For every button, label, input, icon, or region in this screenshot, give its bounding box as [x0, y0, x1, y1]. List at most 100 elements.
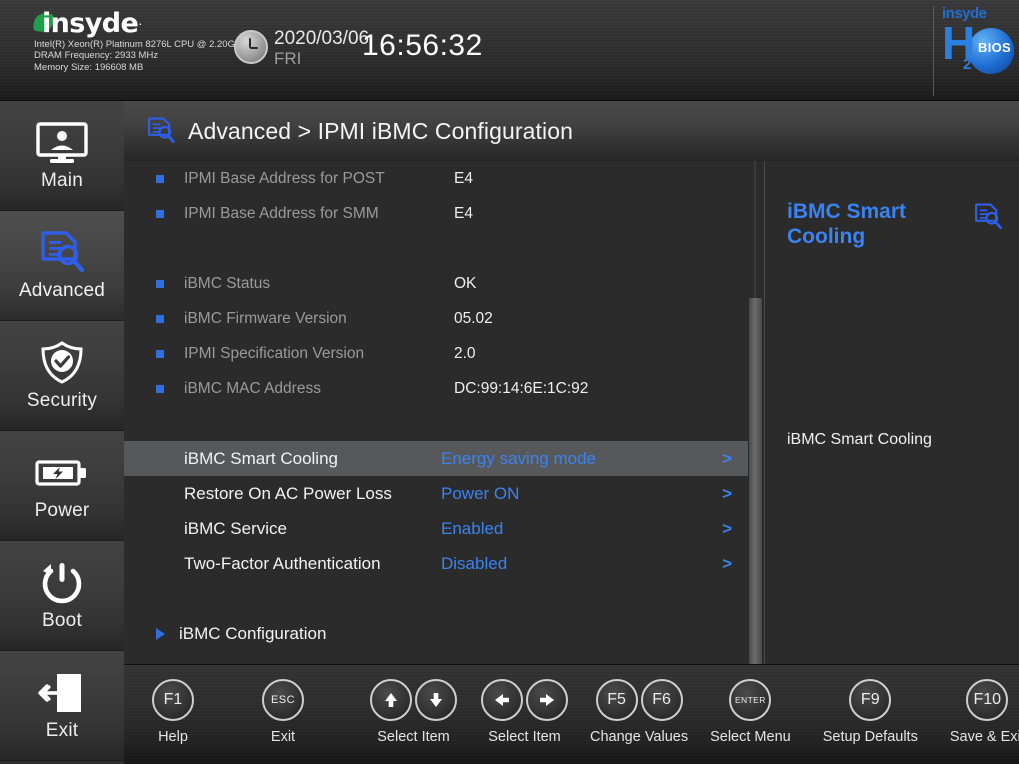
sidebar-item-main[interactable]: Main: [0, 101, 124, 211]
arrow-up-icon[interactable]: [370, 679, 412, 721]
bullet-square-icon: [156, 384, 164, 393]
brand-block: insyde · Intel(R) Xeon(R) Platinum 8276L…: [32, 7, 249, 73]
key-caption-select-item-horizontal: Select Item: [488, 729, 561, 745]
option-value[interactable]: Power ON: [441, 484, 519, 504]
key-group-select-item-vertical[interactable]: Select Item: [370, 679, 457, 745]
key-f5[interactable]: F5: [595, 679, 638, 721]
help-title: iBMC Smart Cooling: [787, 200, 907, 248]
option-label: Two-Factor Authentication: [184, 553, 381, 573]
brand-trademark: ·: [138, 15, 143, 31]
submenu-label: iBMC Configuration: [179, 623, 327, 643]
submenu-row-ibmc-configuration[interactable]: iBMC Configuration: [124, 616, 748, 651]
key-caption-save-exit: Save & Exit: [949, 729, 1019, 745]
sidebar-label-advanced: Advanced: [18, 279, 106, 301]
info-label: iBMC Firmware Version: [184, 309, 347, 327]
info-value: E4: [454, 169, 473, 187]
key-group-save-exit[interactable]: F10 Save & Exit: [950, 679, 1019, 745]
chevron-right-icon[interactable]: >: [722, 554, 732, 574]
h2o-subscript-2: 2: [963, 56, 972, 73]
sidebar-label-main: Main: [41, 169, 83, 191]
key-f1[interactable]: F1: [152, 679, 194, 721]
bios-setup-screen: insyde · Intel(R) Xeon(R) Platinum 8276L…: [0, 0, 1019, 764]
option-label: Restore On AC Power Loss: [184, 483, 392, 503]
monitor-user-icon: [35, 120, 89, 166]
exit-door-arrow-icon: [35, 670, 89, 716]
option-value[interactable]: Disabled: [441, 554, 507, 574]
sidebar-item-exit[interactable]: Exit: [0, 651, 124, 761]
breadcrumb-text: Advanced > IPMI iBMC Configuration: [188, 117, 573, 144]
main-navigation-sidebar[interactable]: Main Advanced Security Power Boot Exit: [0, 101, 124, 764]
content-scrollbar[interactable]: [748, 161, 764, 664]
key-group-setup-defaults[interactable]: F9 Setup Defaults: [823, 679, 918, 745]
system-time: 16:56:32: [362, 29, 483, 62]
option-row-two-factor-authentication[interactable]: Two-Factor Authentication Disabled >: [124, 546, 748, 581]
key-f9[interactable]: F9: [849, 679, 892, 721]
sidebar-label-power: Power: [34, 499, 90, 521]
key-caption-select-menu: Select Menu: [710, 729, 791, 745]
key-caption-select-item-vertical: Select Item: [377, 729, 450, 745]
chevron-right-icon[interactable]: >: [722, 484, 732, 504]
sidebar-item-advanced[interactable]: Advanced: [0, 211, 124, 321]
insyde-logo: insyde ·: [32, 7, 249, 39]
bullet-square-icon: [156, 314, 164, 323]
triangle-right-icon: [156, 627, 165, 640]
key-group-change-values[interactable]: F5 F6 Change Values: [590, 679, 688, 745]
h2o-bios-logo: insyde H 2 BIOS: [933, 6, 1014, 96]
info-row: iBMC Firmware Version 05.02: [124, 301, 748, 336]
key-caption-setup-defaults: Setup Defaults: [822, 729, 918, 745]
info-label: iBMC Status: [184, 274, 271, 292]
chevron-right-icon[interactable]: >: [722, 519, 732, 539]
function-key-bar: F1 Help ESC Exit Select Item Select Item…: [124, 664, 1019, 764]
sidebar-label-boot: Boot: [42, 609, 82, 631]
key-group-help[interactable]: F1 Help: [152, 679, 194, 745]
option-row-ibmc-smart-cooling[interactable]: iBMC Smart Cooling Energy saving mode >: [124, 441, 748, 476]
option-value[interactable]: Energy saving mode: [441, 449, 596, 469]
sidebar-item-security[interactable]: Security: [0, 321, 124, 431]
bullet-square-icon: [156, 279, 164, 288]
key-f10[interactable]: F10: [966, 679, 1009, 721]
sidebar-label-exit: Exit: [45, 719, 79, 741]
sidebar-item-power[interactable]: Power: [0, 431, 124, 541]
option-row-ibmc-service[interactable]: iBMC Service Enabled >: [124, 511, 748, 546]
content-area: Advanced > IPMI iBMC Configuration IPMI …: [124, 101, 1019, 664]
system-weekday: FRI: [274, 49, 302, 68]
info-value: OK: [454, 274, 477, 292]
key-caption-change-values: Change Values: [590, 729, 689, 745]
info-value: 05.02: [454, 309, 493, 327]
info-label: IPMI Specification Version: [184, 344, 365, 362]
key-enter[interactable]: ENTER: [729, 679, 772, 721]
sidebar-label-security: Security: [26, 389, 98, 411]
row-spacer: [124, 581, 748, 616]
key-f6[interactable]: F6: [640, 679, 683, 721]
key-caption-help: Help: [158, 729, 188, 745]
row-spacer: [124, 406, 748, 441]
info-row: iBMC Status OK: [124, 266, 748, 301]
info-row: IPMI Specification Version 2.0: [124, 336, 748, 371]
brand-name: insyde: [42, 7, 139, 39]
scrollbar-thumb[interactable]: [749, 298, 762, 664]
clock-block: 2020/03/06 FRI: [234, 28, 369, 68]
bullet-square-icon: [156, 349, 164, 358]
sidebar-item-boot[interactable]: Boot: [0, 541, 124, 651]
key-group-exit[interactable]: ESC Exit: [262, 679, 304, 745]
info-row: iBMC MAC Address DC:99:14:6E:1C:92: [124, 371, 748, 406]
info-value: DC:99:14:6E:1C:92: [454, 379, 589, 397]
option-row-restore-on-ac-power-loss[interactable]: Restore On AC Power Loss Power ON >: [124, 476, 748, 511]
info-label: iBMC MAC Address: [184, 379, 321, 397]
arrow-down-icon[interactable]: [415, 679, 457, 721]
key-group-select-item-horizontal[interactable]: Select Item: [481, 679, 568, 745]
power-refresh-icon: [38, 560, 86, 606]
help-body-text: iBMC Smart Cooling: [787, 431, 932, 448]
info-row: IPMI Base Address for POST E4: [124, 161, 748, 196]
info-label: IPMI Base Address for POST: [184, 169, 385, 187]
arrow-left-icon[interactable]: [481, 679, 523, 721]
chevron-right-icon[interactable]: >: [722, 449, 732, 469]
row-spacer: [124, 231, 748, 266]
arrow-right-icon[interactable]: [526, 679, 568, 721]
battery-bolt-icon: [34, 450, 90, 496]
key-group-select-menu[interactable]: ENTER Select Menu: [710, 679, 791, 745]
system-date: 2020/03/06: [274, 28, 370, 49]
option-value[interactable]: Enabled: [441, 519, 503, 539]
key-esc[interactable]: ESC: [262, 679, 304, 721]
h2o-bios-text: BIOS: [978, 40, 1011, 55]
